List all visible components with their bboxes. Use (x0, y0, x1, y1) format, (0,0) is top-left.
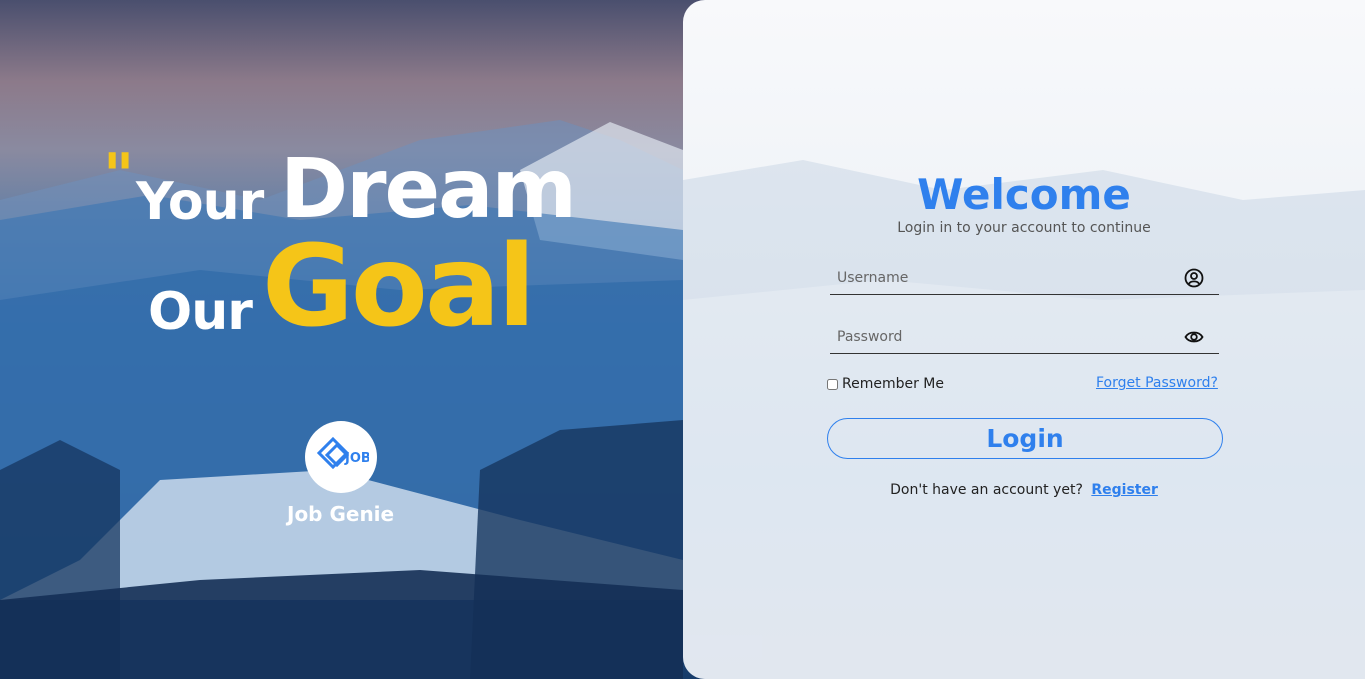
brand-name: Job Genie (287, 502, 395, 526)
signup-prompt: Don't have an account yet? (890, 482, 1083, 498)
forgot-password-link[interactable]: Forget Password? (1096, 375, 1218, 391)
login-panel: Welcome Login in to your account to cont… (683, 0, 1365, 679)
password-input[interactable] (830, 321, 1179, 353)
quote-mark: " (103, 141, 135, 211)
password-field (830, 321, 1219, 354)
user-circle-icon (1184, 268, 1204, 288)
tagline-your: Your (136, 172, 264, 232)
job-logo-icon: JOB (305, 421, 377, 493)
register-link[interactable]: Register (1091, 482, 1158, 498)
tagline-our: Our (148, 282, 253, 342)
remember-me[interactable]: Remember Me (827, 376, 944, 392)
tagline-goal: Goal (262, 222, 536, 352)
hero-section: " Your Dream Our Goal JOB Job Genie (0, 0, 683, 679)
remember-label: Remember Me (842, 376, 944, 392)
eye-icon[interactable] (1184, 327, 1204, 347)
username-input[interactable] (830, 262, 1179, 294)
remember-checkbox[interactable] (827, 378, 838, 390)
login-subtitle: Login in to your account to continue (897, 220, 1151, 236)
username-field (830, 262, 1219, 295)
login-button[interactable]: Login (827, 418, 1223, 459)
signup-row: Don't have an account yet? Register (683, 482, 1365, 498)
welcome-title: Welcome (917, 170, 1131, 219)
logo-text: JOB (344, 451, 369, 466)
